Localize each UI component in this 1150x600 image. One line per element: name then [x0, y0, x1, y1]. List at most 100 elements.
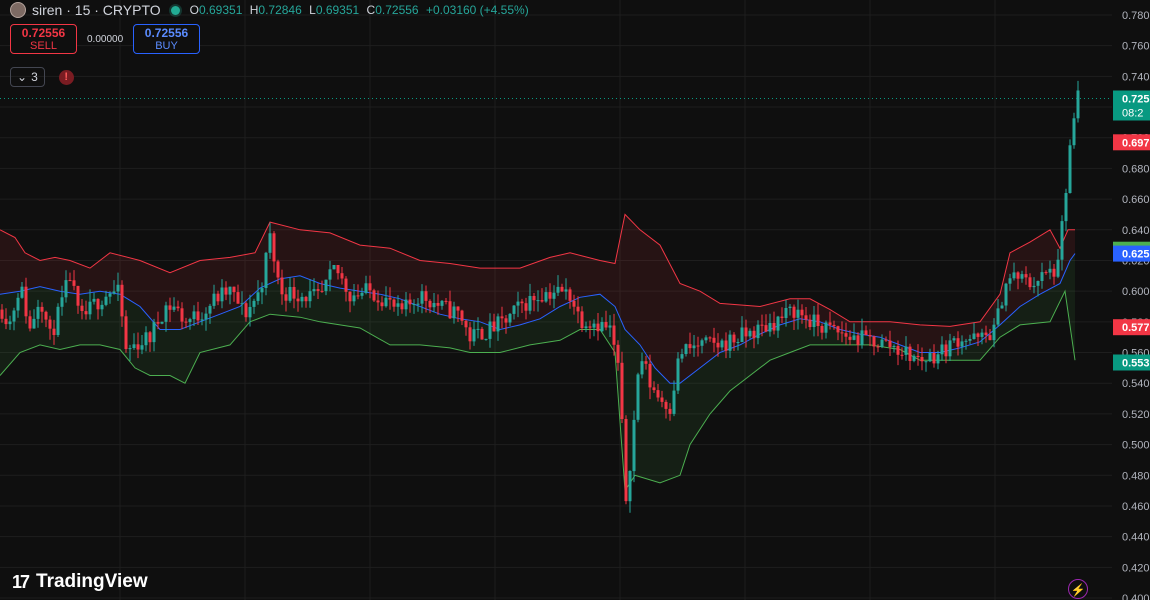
candle-body [1064, 193, 1068, 222]
candle-body [152, 322, 156, 343]
price-tick-label: 0.680 [1122, 163, 1150, 175]
candle-body [56, 306, 60, 335]
candle-body [80, 305, 84, 311]
candle-body [936, 354, 940, 364]
candle-body [860, 330, 864, 345]
candle-body [324, 279, 328, 292]
candle-body [744, 327, 748, 337]
candle-body [232, 286, 236, 293]
candle-body [884, 339, 888, 341]
candle-body [260, 288, 264, 293]
candle-body [740, 327, 744, 342]
symbol-title[interactable]: siren · 15 · CRYPTO [32, 2, 161, 18]
price-label-text: 0.725 [1122, 94, 1150, 106]
candle-body [420, 291, 424, 304]
candle-body [868, 335, 872, 337]
candle-body [300, 296, 304, 302]
candle-body [1008, 278, 1012, 284]
candle-body [108, 293, 112, 297]
candle-body [612, 325, 616, 345]
price-tick-label: 0.480 [1122, 470, 1150, 482]
price-label-text: 0.577 [1122, 322, 1150, 334]
candle-body [596, 323, 600, 332]
error-icon[interactable]: ! [58, 69, 74, 85]
sell-button[interactable]: 0.72556 SELL [10, 24, 77, 54]
candle-body [476, 328, 480, 330]
candle-body [948, 340, 952, 357]
candle-body [808, 319, 812, 327]
candle-body [576, 306, 580, 312]
candle-body [256, 292, 260, 301]
tradingview-logo[interactable]: 17 TradingView [12, 571, 148, 593]
candle-body [376, 300, 380, 303]
candle-body [1044, 272, 1048, 274]
candle-body [1012, 272, 1016, 279]
candle-body [384, 297, 388, 307]
candle-body [364, 283, 368, 293]
candle-body [496, 316, 500, 332]
open-value: 0.69351 [198, 3, 243, 17]
candle-body [660, 397, 664, 402]
indicators-toggle[interactable]: ⌄ 3 [10, 67, 45, 87]
market-status-icon[interactable] [170, 5, 180, 15]
candle-body [220, 287, 224, 302]
candle-body [340, 273, 344, 279]
candle-body [296, 298, 300, 302]
candle-body [88, 301, 92, 315]
candle-body [720, 340, 724, 348]
candle-body [792, 306, 796, 318]
logo-text: TradingView [36, 571, 148, 592]
price-tick-label: 0.520 [1122, 409, 1150, 421]
candle-body [440, 300, 444, 306]
candle-body [492, 321, 496, 332]
candle-body [572, 300, 576, 307]
candle-body [704, 337, 708, 341]
candle-body [352, 295, 356, 302]
candle-body [360, 292, 364, 296]
candle-body [580, 311, 584, 328]
price-tick-label: 0.440 [1122, 532, 1150, 544]
candle-body [696, 345, 700, 347]
candle-body [628, 471, 632, 502]
price-chart[interactable]: 0.7800.7600.7400.7200.7000.6800.6600.640… [0, 0, 1150, 600]
candle-body [584, 326, 588, 329]
candle-body [48, 319, 52, 329]
lightning-icon[interactable]: ⚡ [1068, 579, 1088, 599]
candle-body [776, 316, 780, 331]
price-tick-label: 0.500 [1122, 440, 1150, 452]
price-tick-label: 0.420 [1122, 562, 1150, 574]
candle-body [1036, 281, 1040, 286]
candle-body [812, 314, 816, 327]
candle-body [120, 284, 124, 317]
buy-button[interactable]: 0.72556 BUY [133, 24, 200, 54]
candle-body [240, 303, 244, 305]
close-value: 0.72556 [375, 3, 419, 17]
candle-body [128, 348, 132, 350]
candle-body [16, 297, 20, 311]
candle-body [344, 278, 348, 292]
candle-body [140, 345, 144, 350]
change-value: +0.03160 (+4.55%) [425, 3, 529, 17]
candle-body [820, 326, 824, 333]
candle-body [980, 332, 984, 337]
price-tick-label: 0.660 [1122, 194, 1150, 206]
symbol-legend[interactable]: siren · 15 · CRYPTO O0.69351 H0.72846 L0… [10, 2, 533, 18]
candle-body [1032, 285, 1036, 288]
candle-body [1056, 259, 1060, 277]
candle-body [912, 355, 916, 361]
candle-body [788, 306, 792, 308]
candle-body [184, 321, 188, 323]
price-tick-label: 0.740 [1122, 71, 1150, 83]
candle-body [32, 318, 36, 329]
candle-body [940, 344, 944, 355]
candle-body [916, 355, 920, 357]
candle-body [1028, 277, 1032, 288]
low-value: 0.69351 [315, 3, 360, 17]
candle-body [1004, 283, 1008, 306]
candle-body [308, 291, 312, 302]
candle-body [632, 419, 636, 472]
candle-body [796, 309, 800, 318]
candle-body [804, 315, 808, 320]
chevron-down-icon: ⌄ [17, 70, 28, 84]
candle-body [264, 252, 268, 288]
